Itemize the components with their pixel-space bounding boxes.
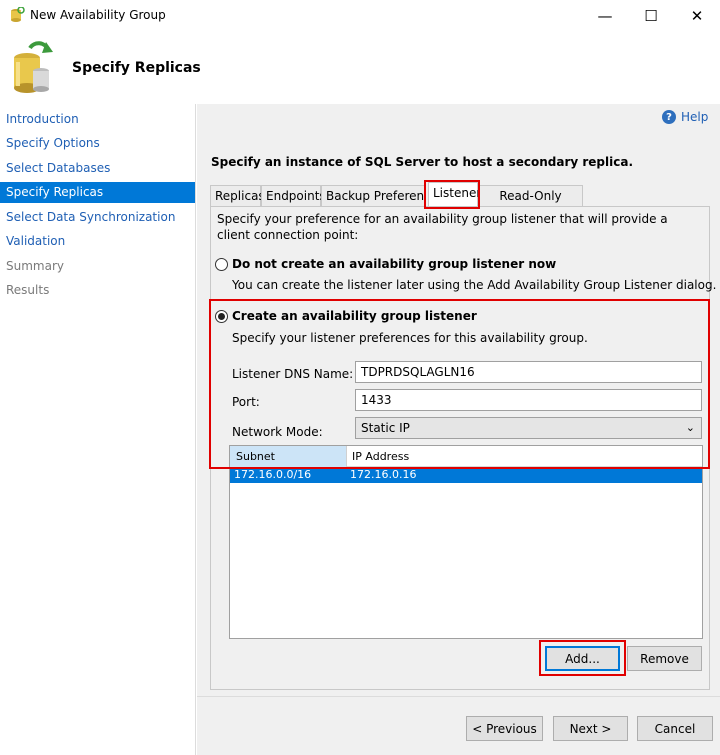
add-button[interactable]: Add... xyxy=(545,646,620,671)
cancel-button[interactable]: Cancel xyxy=(637,716,713,741)
nav-item-select-databases[interactable]: Select Databases xyxy=(0,158,195,179)
create-listener-hint: Specify your listener preferences for th… xyxy=(232,331,588,345)
wizard-nav: Introduction Specify Options Select Data… xyxy=(0,104,196,755)
ip-address-grid[interactable]: Subnet IP Address 172.16.0.0/16 172.16.0… xyxy=(229,445,703,639)
help-icon: ? xyxy=(662,110,676,124)
radio-create-listener[interactable] xyxy=(215,310,228,323)
dns-name-input[interactable]: TDPRDSQLAGLN16 xyxy=(355,361,702,383)
window-title: New Availability Group xyxy=(30,8,166,22)
radio-do-not-create-listener[interactable] xyxy=(215,258,228,271)
do-not-create-listener-label[interactable]: Do not create an availability group list… xyxy=(232,257,556,271)
column-header-subnet[interactable]: Subnet xyxy=(230,446,347,467)
maximize-button[interactable]: ☐ xyxy=(628,0,674,31)
tab-endpoints[interactable]: Endpoints xyxy=(261,185,326,207)
dns-name-label: Listener DNS Name: xyxy=(232,367,354,381)
table-row[interactable]: 172.16.0.0/16 172.16.0.16 xyxy=(230,467,702,483)
network-mode-value: Static IP xyxy=(361,421,410,435)
help-label: Help xyxy=(681,110,709,124)
network-mode-select[interactable]: Static IP ⌄ xyxy=(355,417,702,439)
port-label: Port: xyxy=(232,395,260,409)
previous-button[interactable]: < Previous xyxy=(466,716,543,741)
cell-ip-address: 172.16.0.16 xyxy=(350,468,417,481)
tab-listener[interactable]: Listener xyxy=(428,182,481,207)
minimize-button[interactable]: — xyxy=(582,0,628,31)
nav-item-specify-options[interactable]: Specify Options xyxy=(0,133,195,154)
cell-subnet: 172.16.0.0/16 xyxy=(234,468,312,481)
nav-item-select-data-synchronization[interactable]: Select Data Synchronization xyxy=(0,207,195,228)
nav-item-specify-replicas[interactable]: Specify Replicas xyxy=(0,182,195,203)
instructions-text: Specify an instance of SQL Server to hos… xyxy=(211,155,634,169)
port-input[interactable]: 1433 xyxy=(355,389,702,411)
next-button[interactable]: Next > xyxy=(553,716,628,741)
page-title: Specify Replicas xyxy=(72,60,201,76)
remove-button[interactable]: Remove xyxy=(627,646,702,671)
nav-item-results: Results xyxy=(6,283,50,297)
database-cylinder-refresh-icon xyxy=(8,38,56,96)
nav-item-summary: Summary xyxy=(6,259,64,273)
nav-item-validation[interactable]: Validation xyxy=(0,231,195,252)
radio-selected-dot xyxy=(218,313,225,320)
help-link[interactable]: ? Help xyxy=(662,110,708,124)
chevron-down-icon: ⌄ xyxy=(685,421,695,434)
close-button[interactable]: ✕ xyxy=(674,0,720,31)
create-listener-label[interactable]: Create an availability group listener xyxy=(232,309,477,323)
app-icon xyxy=(9,6,25,23)
do-not-create-listener-hint: You can create the listener later using … xyxy=(232,278,717,292)
column-header-ip-address[interactable]: IP Address xyxy=(348,446,702,467)
grid-header: Subnet IP Address xyxy=(230,446,702,467)
tab-replicas[interactable]: Replicas xyxy=(210,185,265,207)
footer-divider xyxy=(197,696,720,697)
listener-description: Specify your preference for an availabil… xyxy=(217,212,668,242)
nav-item-introduction[interactable]: Introduction xyxy=(0,109,195,130)
tab-read-only-routing[interactable]: Read-Only Routing xyxy=(478,185,583,223)
network-mode-label: Network Mode: xyxy=(232,425,323,439)
tab-backup-preferences[interactable]: Backup Preferences xyxy=(321,185,425,207)
